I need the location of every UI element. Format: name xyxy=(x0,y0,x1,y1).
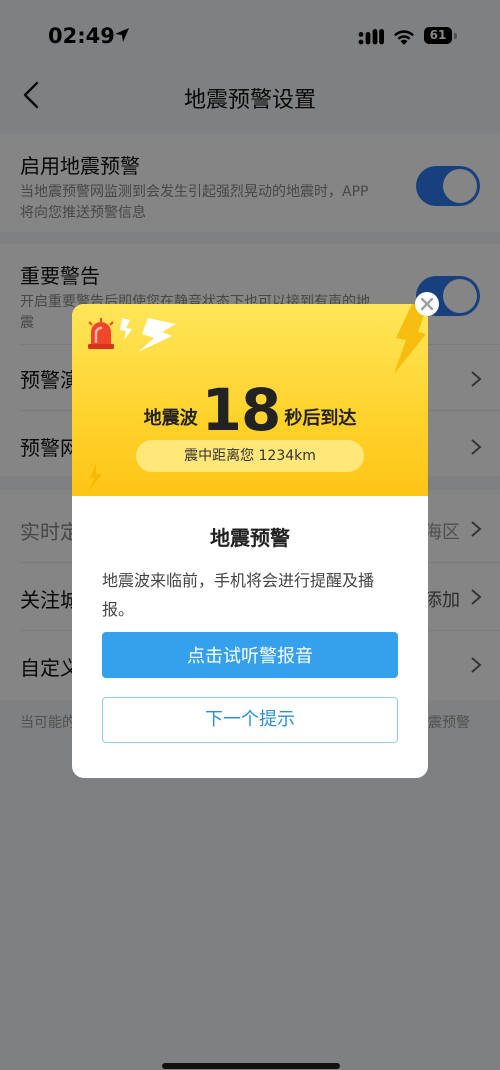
siren-icon xyxy=(88,318,114,349)
close-icon xyxy=(420,297,434,311)
next-tip-button[interactable]: 下一个提示 xyxy=(102,697,398,743)
lightning-bolt-icon xyxy=(394,304,428,374)
countdown-seconds: 18 xyxy=(201,376,282,444)
arrival-countdown: 地震波18 秒后到达 xyxy=(72,376,428,444)
epicenter-distance: 震中距离您 1234km xyxy=(136,440,364,472)
close-modal-button[interactable] xyxy=(415,292,439,316)
lightning-bolt-icon xyxy=(88,464,102,492)
countdown-suffix: 秒后到达 xyxy=(284,408,357,429)
preview-alarm-button[interactable]: 点击试听警报音 xyxy=(102,632,398,678)
earthquake-alert-modal: 地震波18 秒后到达 震中距离您 1234km 地震预警 地震波来临前，手机将会进… xyxy=(72,304,428,778)
home-indicator xyxy=(162,1063,340,1069)
modal-body: 地震波来临前，手机将会进行提醒及播报。 xyxy=(102,571,375,619)
alert-banner: 地震波18 秒后到达 震中距离您 1234km xyxy=(72,304,428,496)
lightning-bolt-icon xyxy=(120,318,176,352)
countdown-prefix: 地震波 xyxy=(143,408,198,429)
modal-title: 地震预警 xyxy=(210,526,290,550)
